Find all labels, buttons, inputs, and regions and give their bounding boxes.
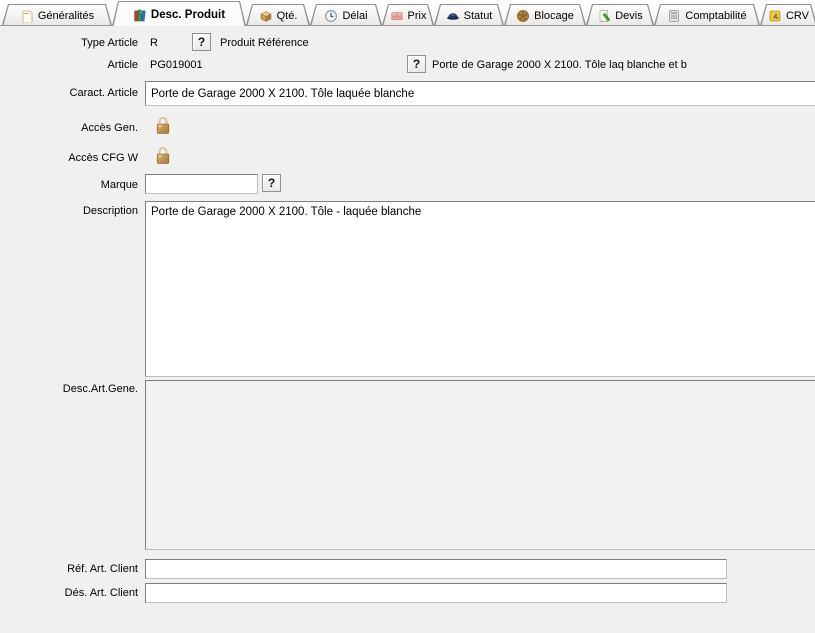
tab-blocage[interactable]: Blocage [504, 4, 586, 25]
description-textarea[interactable]: Porte de Garage 2000 X 2100. Tôle - laqu… [145, 201, 815, 377]
desc-art-gene-label: Desc.Art.Gene. [0, 383, 138, 395]
article-help-button[interactable]: ? [407, 55, 426, 73]
article-value: PG019001 [150, 59, 203, 71]
crv-icon [768, 9, 782, 23]
tab-label: Prix [408, 10, 427, 22]
description-label: Description [0, 205, 138, 217]
tab-label: Blocage [534, 10, 574, 22]
lock-icon[interactable] [154, 145, 172, 165]
tab-generalites[interactable]: Généralités [2, 4, 112, 25]
caract-article-input[interactable]: Porte de Garage 2000 X 2100. Tôle laquée… [145, 81, 815, 106]
tab-prix[interactable]: Prix [382, 4, 434, 25]
tab-label: Généralités [38, 10, 94, 22]
ref-art-client-label: Réf. Art. Client [0, 563, 138, 575]
tab-label: Qté. [277, 10, 298, 22]
caract-article-label: Caract. Article [0, 87, 138, 99]
tab-crv[interactable]: CRV [760, 4, 815, 25]
tab-label: Devis [615, 10, 643, 22]
books-icon [133, 8, 147, 22]
tab-label: Statut [464, 10, 493, 22]
tab-bar: Généralités Desc. Produit Qté. Délai Pri… [0, 0, 815, 26]
type-article-label: Type Article [0, 37, 138, 49]
acces-gen-label: Accès Gen. [0, 122, 138, 134]
desc-art-gene-textarea [145, 380, 815, 550]
marque-help-button[interactable]: ? [262, 174, 281, 192]
tab-label: Délai [342, 10, 367, 22]
lock-icon[interactable] [154, 115, 172, 135]
tab-statut[interactable]: Statut [434, 4, 504, 25]
des-art-client-label: Dés. Art. Client [0, 587, 138, 599]
caract-article-value: Porte de Garage 2000 X 2100. Tôle laquée… [151, 88, 414, 100]
type-article-hint: Produit Référence [220, 37, 309, 49]
type-article-value: R [150, 37, 158, 49]
tab-label: CRV [786, 10, 809, 22]
tab-delai[interactable]: Délai [310, 4, 382, 25]
money-icon [390, 9, 404, 23]
note-icon [20, 9, 34, 23]
article-label: Article [0, 59, 138, 71]
tab-label: Comptabilité [685, 10, 746, 22]
tab-desc-produit[interactable]: Desc. Produit [112, 1, 246, 26]
marque-label: Marque [0, 179, 138, 191]
tab-comptabilite[interactable]: Comptabilité [654, 4, 760, 25]
clock-icon [324, 9, 338, 23]
tab-qte[interactable]: Qté. [246, 4, 310, 25]
article-hint: Porte de Garage 2000 X 2100. Tôle laq bl… [432, 59, 687, 71]
description-value: Porte de Garage 2000 X 2100. Tôle - laqu… [151, 206, 421, 218]
tab-devis[interactable]: Devis [586, 4, 654, 25]
calculator-icon [667, 9, 681, 23]
des-art-client-input[interactable] [145, 583, 727, 603]
pencil-icon [597, 9, 611, 23]
ref-art-client-input[interactable] [145, 559, 727, 579]
marque-input[interactable] [145, 174, 258, 194]
type-article-help-button[interactable]: ? [192, 33, 211, 51]
hat-icon [446, 9, 460, 23]
tab-label: Desc. Produit [151, 9, 225, 21]
acces-cfg-label: Accès CFG W [0, 152, 138, 164]
wheel-icon [516, 9, 530, 23]
box-icon [259, 9, 273, 23]
